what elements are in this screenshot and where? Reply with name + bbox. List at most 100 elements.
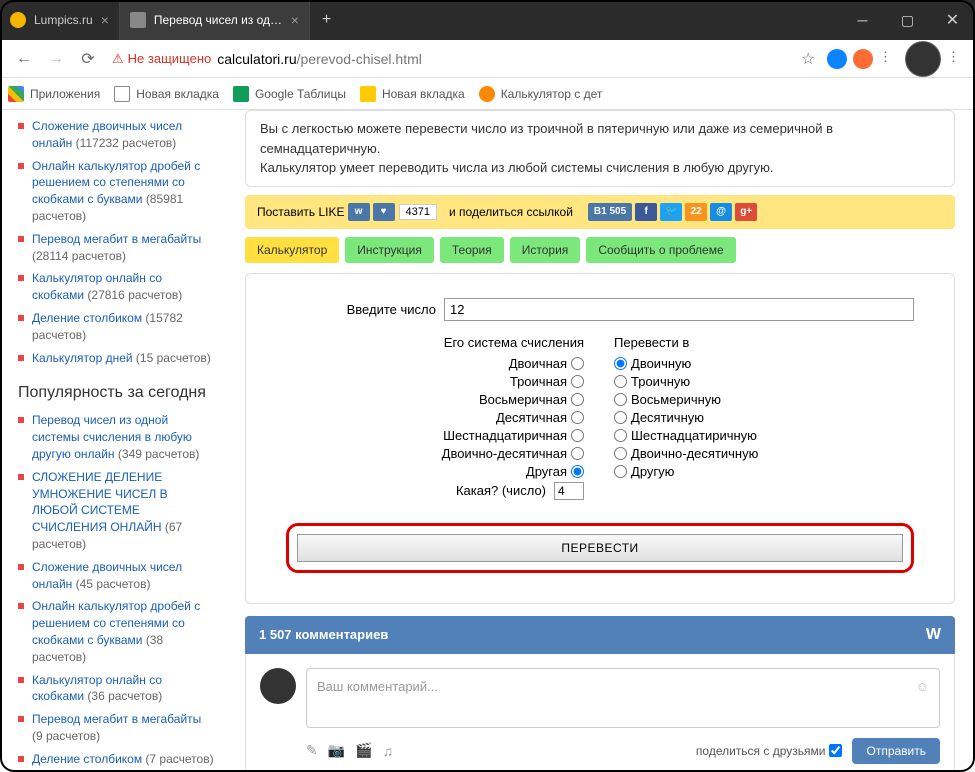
video-icon[interactable]: 🎬 [355,742,372,759]
ok-share-button[interactable]: 22 [685,203,707,221]
from-radio[interactable] [571,465,584,478]
radio-label: Восьмеричная [479,392,567,407]
extension-icon[interactable] [827,49,847,69]
convert-highlight: ПЕРЕВЕСТИ [286,523,914,573]
profile-avatar-icon[interactable] [905,41,941,77]
maximize-button[interactable]: ▢ [885,0,930,40]
from-radio[interactable] [571,375,584,388]
sidebar-link[interactable]: Деление столбиком (7 расчетов) [18,751,215,768]
sheets-icon [233,86,249,102]
sidebar-link[interactable]: Перевод мегабит в мегабайты (9 расчетов) [18,711,215,745]
sidebar-link[interactable]: Калькулятор онлайн со скобками (27816 ра… [18,270,215,304]
browser-tab-active[interactable]: Перевод чисел из одной систем × [120,0,310,40]
calculator-panel: Введите число Его система счисления Двои… [245,273,955,604]
comment-textarea[interactable]: Ваш комментарий... ☺ [306,668,940,728]
radio-label: Троичную [631,374,690,389]
from-radio[interactable] [571,357,584,370]
to-system-column: Перевести в ДвоичнуюТроичнуюВосьмеричную… [614,335,758,503]
sidebar-link[interactable]: СЛОЖЕНИЕ ДЕЛЕНИЕ УМНОЖЕНИЕ ЧИСЕЛ В ЛЮБОЙ… [18,469,215,553]
from-radio[interactable] [571,411,584,424]
panel-tab[interactable]: Сообщить о проблеме [586,237,735,263]
number-input[interactable] [444,298,914,321]
vk-icon[interactable]: w [348,203,370,221]
bookmark-star-icon[interactable]: ☆ [801,49,821,69]
panel-tab[interactable]: Калькулятор [245,237,339,263]
share-friends-checkbox[interactable]: поделиться с друзьями [696,744,843,758]
close-window-button[interactable]: ✕ [930,0,975,40]
convert-button[interactable]: ПЕРЕВЕСТИ [297,534,903,562]
browser-menu-icon[interactable]: ⋮ [947,49,967,69]
sidebar: Сложение двоичных чисел онлайн (117232 р… [0,110,225,772]
page-icon [114,86,130,102]
tab-title: Перевод чисел из одной систем [154,13,283,27]
menu-icon[interactable]: ⋮ [879,49,899,69]
main-content: Вы с легкостью можете перевести число из… [225,110,975,772]
radio-label: Шестнадцатиричную [631,428,757,443]
page-icon [360,86,376,102]
description-text: Калькулятор умеет переводить числа из лю… [260,158,940,178]
comments-header: 1 507 комментариев W [245,616,955,654]
sidebar-link[interactable]: Сложение двоичных чисел онлайн (117232 р… [18,118,215,152]
new-tab-button[interactable]: + [310,0,343,40]
panel-tab[interactable]: Теория [440,237,504,263]
sidebar-heading: Популярность за сегодня [18,384,215,402]
to-radio[interactable] [614,393,627,406]
forward-button[interactable]: → [42,45,70,73]
send-button[interactable]: Отправить [852,738,940,764]
reload-button[interactable]: ⟳ [74,45,102,73]
from-radio[interactable] [571,447,584,460]
browser-tab[interactable]: Lumpics.ru × [0,0,120,40]
gplus-share-button[interactable]: g+ [735,203,757,221]
from-radio[interactable] [571,393,584,406]
close-icon[interactable]: × [101,12,109,28]
radio-label: Десятичная [496,410,567,425]
to-radio[interactable] [614,429,627,442]
apps-button[interactable]: Приложения [8,86,100,102]
share-label: и поделиться ссылкой [449,205,573,219]
close-icon[interactable]: × [291,12,299,28]
bookmark-label: Новая вкладка [136,87,219,101]
to-radio[interactable] [614,447,627,460]
sidebar-link[interactable]: Деление столбиком (15782 расчетов) [18,310,215,344]
sidebar-link[interactable]: Калькулятор онлайн со скобками (36 расче… [18,672,215,706]
bookmark-item[interactable]: Новая вкладка [360,86,465,102]
to-radio[interactable] [614,357,627,370]
other-base-input[interactable] [554,482,584,500]
extension-icon[interactable] [853,49,873,69]
to-radio[interactable] [614,465,627,478]
sidebar-link[interactable]: Онлайн калькулятор дробей с решением со … [18,158,215,225]
music-icon[interactable]: ♫ [383,743,394,759]
sidebar-link[interactable]: Сложение двоичных чисел онлайн (45 расче… [18,559,215,593]
panel-tab[interactable]: Инструкция [345,237,434,263]
emoji-icon[interactable]: ☺ [916,679,929,694]
to-radio[interactable] [614,375,627,388]
bookmark-label: Калькулятор с дет [501,87,603,101]
bookmark-label: Новая вкладка [382,87,465,101]
tw-share-button[interactable]: 🐦 [660,203,682,221]
panel-tab[interactable]: История [510,237,581,263]
minimize-button[interactable]: ─ [840,0,885,40]
sidebar-link[interactable]: Онлайн калькулятор дробей с решением со … [18,598,215,665]
bookmark-item[interactable]: Новая вкладка [114,86,219,102]
comment-placeholder: Ваш комментарий... [317,679,438,694]
vk-share-button[interactable]: В 1 505 [588,203,632,221]
draw-icon[interactable]: ✎ [306,742,318,759]
back-button[interactable]: ← [10,45,38,73]
to-radio[interactable] [614,411,627,424]
ok-count: 22 [691,206,702,217]
fb-share-button[interactable]: f [635,203,657,221]
sidebar-link[interactable]: Калькулятор дней (15 расчетов) [18,350,215,367]
sidebar-link[interactable]: Перевод чисел из одной системы счисления… [18,412,215,462]
bookmark-item[interactable]: Калькулятор с дет [479,86,603,102]
url-field[interactable]: Не защищено calculatori.ru/perevod-chise… [112,45,793,73]
bookmark-item[interactable]: Google Таблицы [233,86,346,102]
sidebar-link[interactable]: Перевод мегабит в мегабайты (28114 расче… [18,231,215,265]
from-label: Его система счисления [442,335,584,350]
to-label: Перевести в [614,335,758,350]
heart-icon[interactable]: ♥ [373,203,395,221]
camera-icon[interactable]: 📷 [328,742,345,759]
from-radio[interactable] [571,429,584,442]
share-checkbox[interactable] [829,744,842,757]
description-text: Вы с легкостью можете перевести число из… [260,119,940,158]
mail-share-button[interactable]: @ [710,203,732,221]
